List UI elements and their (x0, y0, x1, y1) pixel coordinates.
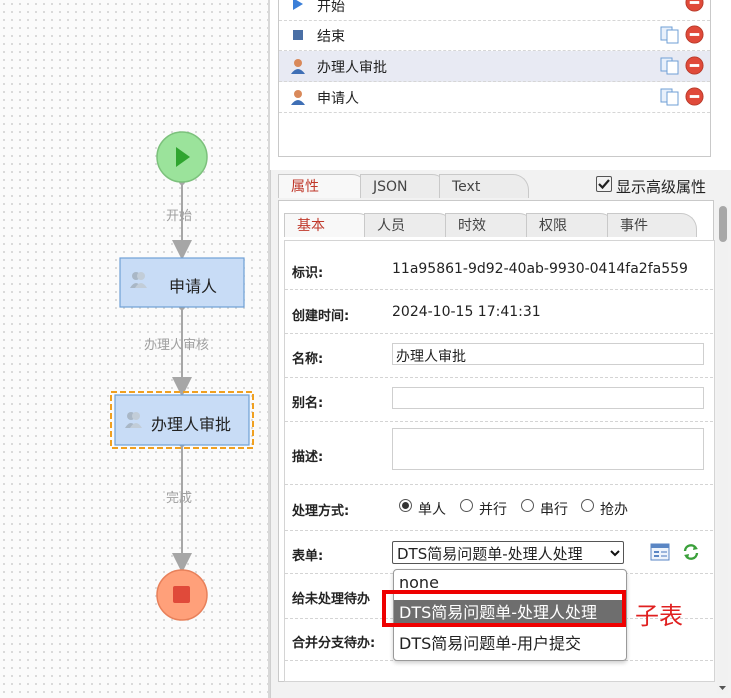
edge-label-done: 完成 (166, 491, 193, 506)
check-icon (598, 179, 610, 190)
form-editor-icon[interactable] (650, 543, 670, 561)
copy-icon[interactable] (660, 88, 680, 106)
list-item-handler-approval[interactable]: 办理人审批 (279, 51, 710, 82)
scroll-down-arrow[interactable] (717, 682, 728, 694)
form-select[interactable]: DTS简易问题单-处理人处理 (392, 541, 624, 564)
copy-icon[interactable] (660, 26, 680, 44)
subtab-event[interactable]: 事件 (607, 213, 697, 237)
mode-label: 处理方式: (292, 504, 350, 519)
form-scrollbar-thumb[interactable] (719, 206, 727, 242)
description-textarea[interactable] (392, 428, 704, 470)
delete-icon[interactable] (685, 0, 704, 12)
chevron-down-icon (610, 550, 620, 557)
start-node[interactable] (156, 131, 208, 183)
description-label: 描述: (292, 450, 324, 465)
id-value: 11a95861-9d92-40ab-9930-0414fa2fa559 (392, 261, 688, 277)
refresh-icon[interactable] (682, 543, 700, 561)
form-option-user-submit[interactable]: DTS简易问题单-用户提交 (394, 631, 626, 657)
mode-radio-serial-label: 串行 (540, 502, 568, 518)
subtab-basic[interactable]: 基本 (284, 213, 374, 237)
node-applicant-label: 申请人 (169, 277, 218, 296)
mode-radio-grab[interactable] (581, 499, 594, 512)
tab-json[interactable]: JSON (360, 174, 448, 198)
list-item-start[interactable]: 开始 (279, 0, 710, 21)
form-label: 表单: (292, 549, 324, 564)
annotation-highlight-box (382, 590, 626, 627)
mode-radio-serial[interactable] (521, 499, 534, 512)
subtab-permission[interactable]: 权限 (526, 213, 616, 237)
end-node[interactable] (156, 569, 208, 621)
tab-properties[interactable]: 属性 (278, 174, 368, 198)
mode-radio-single[interactable] (399, 499, 412, 512)
edge-label-review: 办理人审核 (144, 338, 210, 353)
form-select-value: DTS简易问题单-处理人处理 (397, 545, 583, 563)
flow-canvas[interactable]: 开始 申请人 办理人审核 办理人审批 完成 (0, 0, 268, 698)
play-icon (293, 0, 303, 10)
annotation-subform-text: 子表 (635, 602, 683, 630)
subtab-personnel[interactable]: 人员 (364, 213, 454, 237)
mode-radio-parallel-label: 并行 (479, 502, 507, 518)
alias-input[interactable] (392, 387, 704, 409)
mode-radio-parallel[interactable] (460, 499, 473, 512)
user-icon (291, 59, 305, 74)
tab-text[interactable]: Text (439, 174, 529, 198)
subtab-timing[interactable]: 时效 (445, 213, 535, 237)
id-label: 标识: (292, 266, 324, 281)
stop-square-icon (293, 30, 303, 40)
delete-icon[interactable] (685, 56, 704, 75)
copy-icon[interactable] (660, 57, 680, 75)
form-scrollbar[interactable] (717, 205, 728, 685)
pending-label: 给未处理待办 (292, 592, 371, 607)
created-value: 2024-10-15 17:41:31 (392, 304, 541, 320)
merge-label: 合并分支待办: (292, 636, 376, 651)
list-item-applicant[interactable]: 申请人 (279, 82, 710, 113)
alias-label: 别名: (292, 396, 324, 411)
show-advanced-checkbox[interactable] (596, 176, 612, 192)
edge-label-start: 开始 (166, 209, 193, 224)
created-label: 创建时间: (292, 309, 350, 324)
mode-radio-single-label: 单人 (418, 502, 446, 518)
delete-icon[interactable] (685, 87, 704, 106)
delete-icon[interactable] (685, 25, 704, 44)
name-input[interactable]: 办理人审批 (392, 343, 704, 365)
node-approval-label: 办理人审批 (151, 415, 232, 434)
user-icon (291, 90, 305, 105)
mode-radio-grab-label: 抢办 (600, 502, 628, 518)
show-advanced-label: 显示高级属性 (616, 178, 707, 196)
name-label: 名称: (292, 352, 324, 367)
flow-diagram (110, 131, 254, 621)
list-item-end[interactable]: 结束 (279, 20, 710, 51)
stop-icon (173, 586, 190, 603)
arrow-down-icon (719, 686, 726, 690)
node-list: 开始 结束 办理人审批 申请人 (278, 0, 711, 157)
